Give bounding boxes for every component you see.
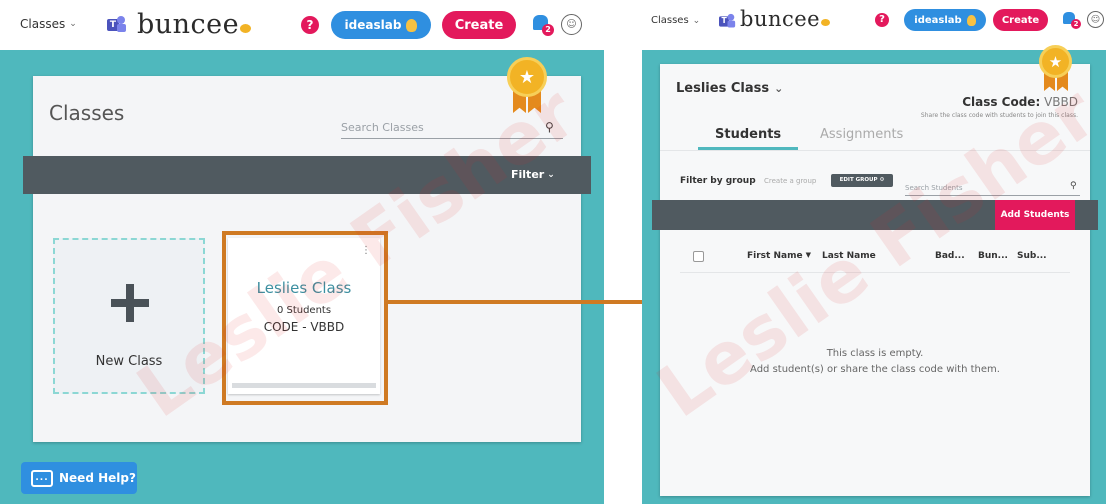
need-help-button[interactable]: ... Need Help? [21, 462, 137, 494]
classes-dropdown[interactable]: Classes ⌄ [20, 17, 77, 31]
chevron-down-icon: ⌄ [774, 82, 784, 95]
new-class-tile[interactable]: New Class [53, 238, 205, 394]
highlight-box [222, 231, 388, 405]
chevron-down-icon: ⌄ [547, 169, 555, 180]
page-title: Classes [49, 101, 125, 125]
plus-icon [111, 284, 149, 322]
share-hint: Share the class code with students to jo… [920, 112, 1078, 119]
filter-label: Filter [511, 168, 545, 181]
edit-group-button[interactable]: EDIT GROUP ⚙ [831, 174, 893, 187]
filter-bar: Filter ⌄ [23, 156, 591, 194]
search-icon[interactable]: ⚲ [545, 120, 554, 134]
chevron-down-icon: ⌄ [692, 15, 701, 26]
notification-bell-icon[interactable]: 2 [531, 13, 554, 36]
create-label: Create [1001, 14, 1040, 26]
top-nav-bar: Classes ⌄ T buncee ? ideaslab Create 2 ☺ [0, 0, 604, 50]
help-icon[interactable]: ? [301, 16, 319, 34]
tab-students[interactable]: Students [715, 127, 781, 142]
classes-dropdown[interactable]: Classes ⌄ [651, 15, 700, 26]
screenshot-composite: Classes ⌄ T buncee ? ideaslab Create 2 ☺ [0, 0, 1106, 504]
class-detail-panel: Classes ⌄ T buncee ? ideaslab Create 2 ☺ [642, 0, 1106, 504]
search-students-input[interactable]: Search Students [905, 184, 1080, 196]
ideaslab-label: ideaslab [914, 14, 962, 26]
top-nav-bar: Classes ⌄ T buncee ? ideaslab Create 2 ☺ [642, 0, 1106, 50]
select-all-checkbox[interactable] [693, 251, 704, 262]
classes-list-panel: Classes ⌄ T buncee ? ideaslab Create 2 ☺ [0, 0, 604, 504]
ideaslab-label: ideaslab [344, 18, 402, 32]
chat-icon: ... [31, 469, 53, 487]
tabs-divider [660, 150, 1090, 151]
classes-dropdown-label: Classes [651, 15, 689, 26]
add-students-label: Add Students [1000, 210, 1070, 220]
tab-assignments[interactable]: Assignments [820, 127, 903, 142]
notification-count-badge: 2 [1071, 19, 1081, 29]
logo-dot [240, 24, 252, 33]
class-selector-dropdown[interactable]: Leslies Class ⌄ [676, 81, 783, 96]
buncee-logo[interactable]: buncee [740, 7, 831, 31]
create-button[interactable]: Create [442, 11, 516, 39]
teams-icon[interactable]: T [107, 15, 127, 33]
teams-icon[interactable]: T [719, 13, 736, 28]
sort-desc-icon: ▼ [805, 251, 811, 259]
need-help-label: Need Help? [59, 471, 136, 485]
ideaslab-button[interactable]: ideaslab [331, 11, 431, 39]
column-header-submissions[interactable]: Sub... [1017, 251, 1047, 261]
edit-group-label: EDIT GROUP [839, 177, 878, 183]
class-code-value: VBBD [1044, 95, 1078, 109]
class-name: Leslies Class [676, 81, 770, 96]
award-ribbon-icon: ★ [506, 57, 548, 115]
empty-state-title: This class is empty. [826, 348, 924, 359]
search-icon[interactable]: ⚲ [1070, 181, 1077, 191]
search-placeholder: Search Students [905, 184, 963, 192]
avatar[interactable]: ☺ [1087, 11, 1104, 28]
students-action-bar: Add Students [652, 200, 1098, 230]
add-students-button[interactable]: Add Students [995, 200, 1075, 230]
lightbulb-icon [966, 14, 976, 26]
logo-dot [821, 19, 831, 26]
buncee-wordmark: buncee [137, 9, 240, 40]
column-header-first-name[interactable]: First Name ▼ [747, 251, 811, 261]
column-header-badges[interactable]: Bad... [935, 251, 965, 261]
help-icon[interactable]: ? [875, 13, 889, 27]
connector-arrow-line [388, 300, 678, 304]
lightbulb-icon [406, 18, 418, 32]
award-ribbon-icon: ★ [1038, 45, 1074, 93]
avatar[interactable]: ☺ [561, 14, 582, 35]
column-header-buncees[interactable]: Bun... [978, 251, 1008, 261]
buncee-wordmark: buncee [740, 7, 821, 31]
class-detail-card: Leslies Class ⌄ Class Code: VBBD Share t… [652, 64, 1098, 496]
chevron-down-icon: ⌄ [69, 19, 77, 29]
buncee-logo[interactable]: buncee [137, 9, 252, 40]
table-header-divider [680, 272, 1070, 273]
search-classes-input[interactable]: Search Classes [341, 121, 563, 139]
class-code-display: Class Code: VBBD [962, 95, 1078, 109]
create-button[interactable]: Create [993, 9, 1048, 31]
filter-by-group-label: Filter by group [680, 176, 756, 186]
notification-bell-icon[interactable]: 2 [1062, 10, 1081, 29]
ideaslab-button[interactable]: ideaslab [904, 9, 986, 31]
class-code-label: Class Code: [962, 95, 1041, 109]
gear-icon: ⚙ [879, 177, 885, 183]
new-class-label: New Class [95, 354, 163, 369]
create-label: Create [454, 17, 504, 33]
create-group-link[interactable]: Create a group [764, 177, 816, 185]
notification-count-badge: 2 [542, 24, 554, 36]
empty-state-hint: Add student(s) or share the class code w… [750, 364, 1000, 375]
search-placeholder: Search Classes [341, 121, 424, 134]
filter-dropdown[interactable]: Filter ⌄ [511, 168, 555, 181]
column-header-last-name[interactable]: Last Name [822, 251, 876, 261]
classes-dropdown-label: Classes [20, 17, 66, 31]
